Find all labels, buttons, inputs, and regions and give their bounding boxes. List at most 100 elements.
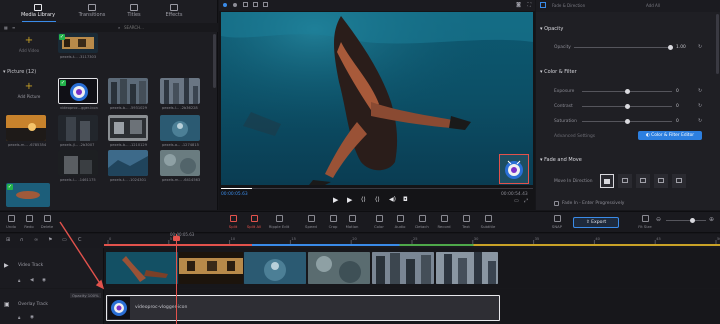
lock-icon[interactable]: ▭ (62, 237, 67, 243)
saturation-value[interactable]: 0 (676, 119, 679, 124)
fade-move-section-header[interactable]: ▾ Fade and Move (540, 157, 582, 163)
previous-frame-icon[interactable]: ⟨⟩ (361, 196, 366, 203)
split-all-button[interactable]: Split All (243, 215, 265, 229)
volume-icon[interactable]: ◀) (389, 196, 396, 203)
snapshot-icon[interactable]: ◙ (516, 2, 521, 8)
detach-button[interactable]: Detach (411, 215, 433, 229)
lock-icon[interactable]: 🔒︎ (18, 315, 20, 321)
motion-button[interactable]: Motion (341, 215, 363, 229)
speed-button[interactable]: Speed (300, 215, 322, 229)
expand-icon[interactable]: ⤢ (524, 198, 528, 204)
grid-icon[interactable] (263, 2, 268, 7)
picture-section-header[interactable]: ▾ Picture (12) (3, 69, 36, 75)
timeline-clip[interactable] (372, 252, 434, 284)
snap-toggle[interactable]: SNAP (546, 215, 568, 229)
properties-scrollbar[interactable] (716, 14, 719, 74)
next-frame-icon[interactable]: ⟨⟩ (375, 196, 380, 203)
safe-zone-icon[interactable] (253, 2, 258, 7)
overlay-icon-image[interactable] (499, 154, 529, 184)
tab-media-library[interactable]: Media Library (16, 2, 60, 22)
contrast-slider[interactable] (582, 104, 672, 109)
direction-none-button[interactable] (600, 174, 614, 188)
aspect-icon[interactable] (243, 2, 248, 7)
layout-icon[interactable]: ▭ (514, 198, 519, 204)
fit-size-button[interactable]: Fit Size (634, 215, 656, 229)
media-item-picture[interactable] (160, 150, 200, 176)
timeline-clip[interactable] (436, 252, 498, 284)
export-button[interactable]: ⇪ Export (573, 217, 619, 228)
audio-button[interactable]: Audio (389, 215, 411, 229)
media-item-picture[interactable] (58, 150, 98, 176)
slider-knob[interactable] (625, 119, 630, 124)
magnet-icon[interactable]: ∩ (20, 237, 24, 243)
reset-icon[interactable]: ↻ (698, 88, 702, 94)
text-button[interactable]: Text (455, 215, 477, 229)
opacity-value[interactable]: 1.00 (676, 45, 686, 50)
video-canvas[interactable] (221, 12, 533, 185)
media-item-picture[interactable] (160, 78, 200, 104)
visibility-icon[interactable]: ◉ (42, 278, 46, 283)
media-item-video[interactable]: ✓ (58, 33, 98, 53)
zoom-slider[interactable] (666, 218, 706, 223)
color-dot-icon[interactable] (233, 3, 237, 7)
media-item-picture[interactable]: ✓ (6, 183, 50, 207)
direction-up-button[interactable] (654, 174, 668, 188)
fullscreen-icon[interactable]: ⛶ (527, 2, 531, 8)
time-ruler[interactable]: 05101520253035404550 00:00:05.63 (104, 232, 720, 248)
opacity-slider[interactable] (574, 45, 673, 50)
list-view-icon[interactable]: ≡ (12, 25, 15, 30)
volume-icon[interactable]: ◀ (30, 278, 34, 283)
record-button[interactable]: Record (433, 215, 455, 229)
slider-knob[interactable] (625, 89, 630, 94)
slider-knob[interactable] (690, 218, 695, 223)
overlay-clip[interactable]: videoproc-vlogger-icon (106, 295, 500, 321)
direction-down-button[interactable] (672, 174, 686, 188)
media-scrollbar[interactable] (213, 34, 216, 88)
zoom-in-icon[interactable]: ⊕ (709, 216, 714, 223)
add-video-button[interactable]: + Add Video (12, 34, 46, 60)
slider-knob[interactable] (668, 45, 673, 50)
media-item-picture[interactable] (160, 115, 200, 141)
media-item-picture[interactable] (108, 150, 148, 176)
split-button[interactable]: Split (222, 215, 244, 229)
subtitle-button[interactable]: Subtitle (477, 215, 499, 229)
timeline-clip[interactable] (308, 252, 370, 284)
media-item-picture[interactable] (6, 115, 46, 141)
color-filter-section-header[interactable]: ▾ Color & Filter (540, 69, 577, 75)
reset-icon[interactable]: ↻ (698, 44, 702, 50)
fade-in-checkbox[interactable] (554, 201, 559, 206)
media-item-picture[interactable] (108, 78, 148, 104)
playhead-handle[interactable] (173, 236, 180, 241)
timeline-clip[interactable] (179, 252, 243, 284)
timeline-clip[interactable] (244, 252, 306, 284)
panel-icon[interactable] (540, 2, 546, 8)
play-pause-icon[interactable]: ▶ (347, 196, 352, 204)
link-icon[interactable]: ∞ (34, 237, 38, 243)
play-icon[interactable]: ▶ (333, 196, 338, 204)
marker-icon[interactable]: ⚑ (48, 237, 52, 243)
contrast-value[interactable]: 0 (676, 104, 679, 109)
exposure-value[interactable]: 0 (676, 89, 679, 94)
media-item-picture[interactable]: ✓ (58, 78, 98, 104)
opacity-section-header[interactable]: ▾ Opacity (540, 26, 563, 32)
playhead[interactable] (173, 234, 180, 324)
reset-icon[interactable]: ↻ (698, 118, 702, 124)
visibility-icon[interactable]: ◉ (30, 315, 34, 320)
timeline-clip[interactable] (106, 252, 178, 284)
progress-track[interactable] (221, 188, 533, 189)
add-track-icon[interactable]: ⊞ (6, 237, 10, 243)
ripple-edit-button[interactable]: Ripple Edit (268, 215, 290, 229)
search-input[interactable] (124, 24, 206, 31)
tab-transitions[interactable]: Transitions (70, 2, 114, 22)
direction-left-button[interactable] (618, 174, 632, 188)
add-picture-button[interactable]: + Add Picture (12, 80, 46, 106)
media-item-picture[interactable] (108, 115, 148, 141)
color-filter-editor-button[interactable]: ◐ Color & Filter Editor (638, 131, 702, 140)
direction-right-button[interactable] (636, 174, 650, 188)
saturation-slider[interactable] (582, 119, 672, 124)
reset-icon[interactable]: ↻ (698, 103, 702, 109)
reset-zoom-icon[interactable]: C (78, 237, 82, 243)
zoom-out-icon[interactable]: ⊖ (656, 216, 661, 223)
exposure-slider[interactable] (582, 89, 672, 94)
color-dot-icon[interactable] (223, 3, 227, 7)
